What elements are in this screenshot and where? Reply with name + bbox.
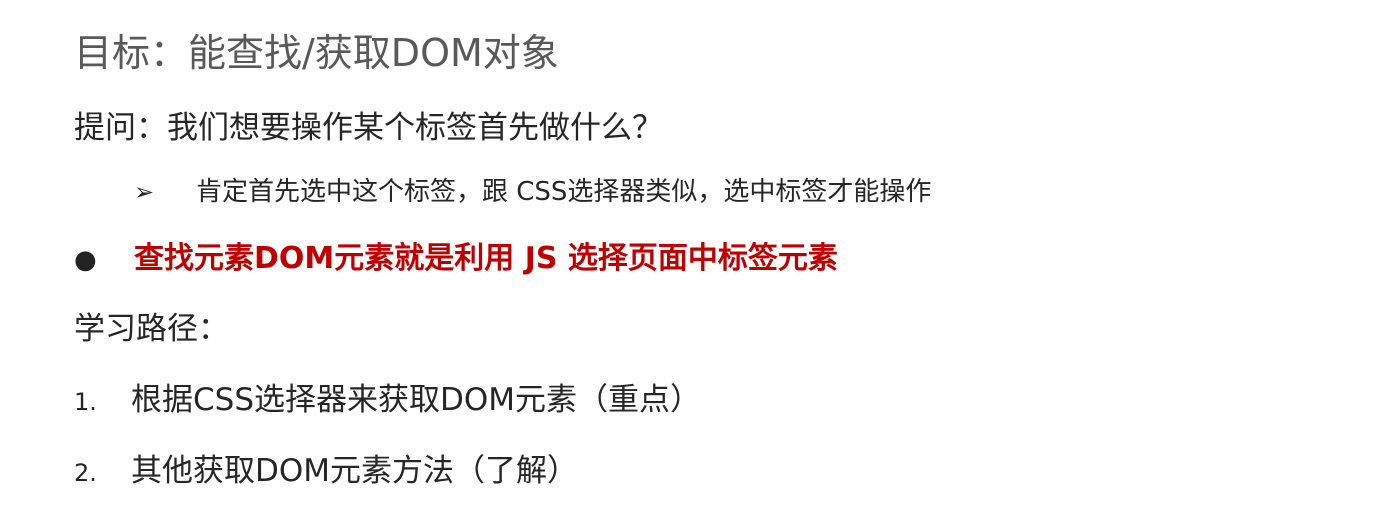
step-number: 1. [74, 388, 97, 416]
slide-title: 目标：能查找/获取DOM对象 [74, 31, 559, 75]
sub-point: ➢ 肯定首先选中这个标签，跟 CSS选择器类似，选中标签才能操作 [134, 174, 931, 210]
dot-bullet-icon: ● [74, 245, 97, 275]
step-text: 其他获取DOM元素方法（了解） [131, 453, 579, 489]
arrow-bullet-icon: ➢ [134, 178, 155, 206]
step-item-2: 2. 其他获取DOM元素方法（了解） [74, 451, 578, 493]
step-text: 根据CSS选择器来获取DOM元素（重点） [131, 382, 702, 418]
emphasis-text: 查找元素DOM元素就是利用 JS 选择页面中标签元素 [134, 241, 838, 276]
sub-point-text: 肯定首先选中这个标签，跟 CSS选择器类似，选中标签才能操作 [196, 177, 932, 207]
step-number: 2. [74, 459, 97, 487]
question-line: 提问：我们想要操作某个标签首先做什么？ [74, 110, 663, 146]
learning-path-label: 学习路径： [74, 311, 229, 347]
emphasis-point: ● 查找元素DOM元素就是利用 JS 选择页面中标签元素 [74, 239, 838, 280]
step-item-1: 1. 根据CSS选择器来获取DOM元素（重点） [74, 380, 701, 422]
slide: 目标：能查找/获取DOM对象 提问：我们想要操作某个标签首先做什么？ ➢ 肯定首先… [0, 0, 1384, 518]
